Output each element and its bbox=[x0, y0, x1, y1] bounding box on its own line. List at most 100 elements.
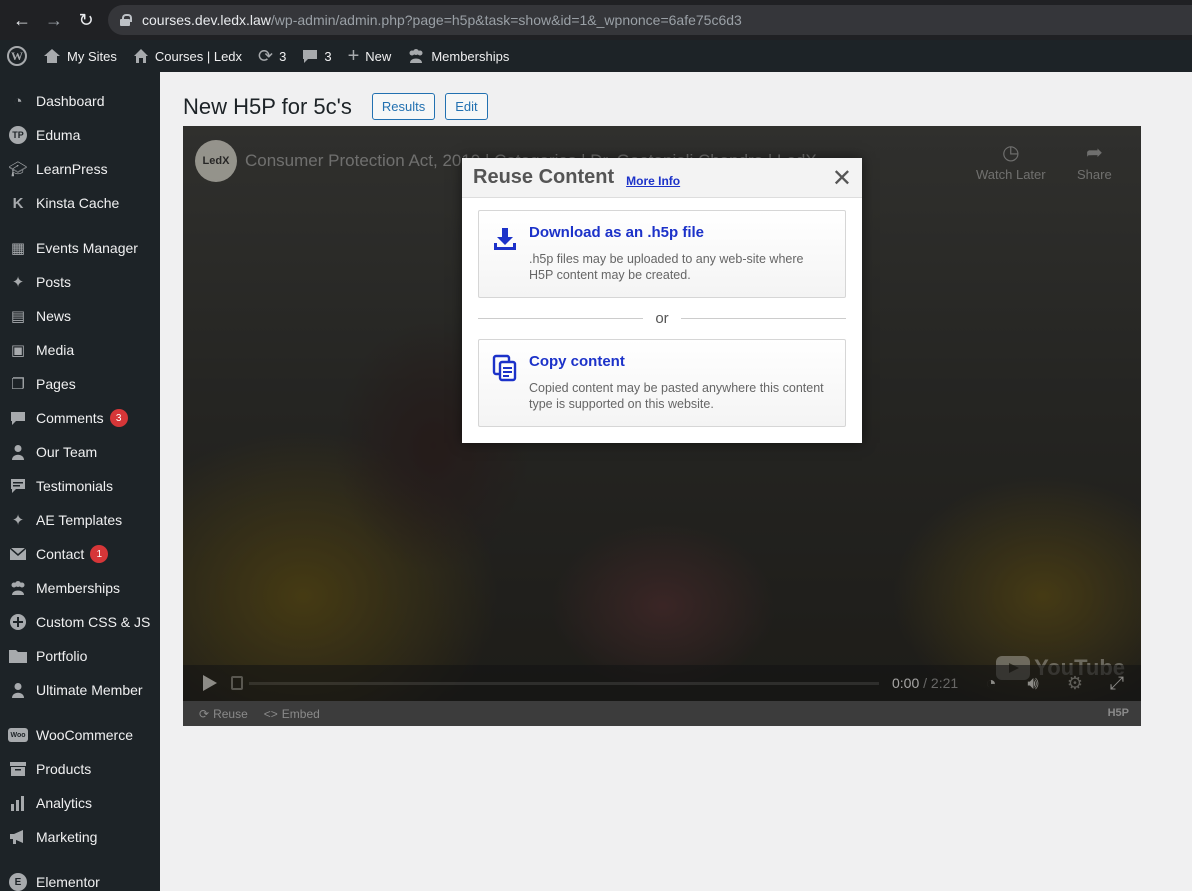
sites-icon bbox=[43, 48, 61, 64]
pin-icon: ✦ bbox=[11, 512, 25, 529]
progress-bar[interactable] bbox=[249, 682, 879, 685]
url-host: courses.dev.ledx.law bbox=[142, 12, 271, 28]
folder-icon bbox=[8, 646, 28, 666]
sidebar-item-label: News bbox=[36, 308, 72, 324]
embed-button[interactable]: <> Embed bbox=[264, 707, 320, 721]
play-button[interactable] bbox=[183, 665, 235, 701]
comment-icon bbox=[8, 408, 28, 428]
sidebar-item-contact[interactable]: Contact 1 bbox=[0, 537, 160, 571]
sidebar-item-media[interactable]: ▣ Media bbox=[0, 333, 160, 367]
or-label: or bbox=[655, 309, 669, 327]
video-controls: 0:00 / 2:21 ◔ 🔊︎ ⚙ ⤢ bbox=[183, 665, 1141, 701]
updates-menu[interactable]: ⟳ 3 bbox=[250, 40, 294, 72]
watch-later-label: Watch Later bbox=[976, 167, 1046, 182]
sidebar-item-ae-templates[interactable]: ✦ AE Templates bbox=[0, 503, 160, 537]
pages-icon: ❐ bbox=[11, 376, 25, 393]
comment-bubble-icon bbox=[302, 48, 318, 64]
sidebar-item-events-manager[interactable]: ▦ Events Manager bbox=[0, 231, 160, 265]
title-row: New H5P for 5c's Results Edit bbox=[183, 93, 488, 120]
sidebar-item-label: Dashboard bbox=[36, 93, 105, 109]
new-content-menu[interactable]: + New bbox=[340, 40, 400, 72]
reuse-button[interactable]: ⟳ Reuse bbox=[199, 707, 248, 721]
download-option[interactable]: Download as an .h5p file .h5p files may … bbox=[478, 210, 846, 298]
copy-option[interactable]: Copy content Copied content may be paste… bbox=[478, 339, 846, 427]
sidebar-item-learnpress[interactable]: 🎓︎ LearnPress bbox=[0, 152, 160, 186]
sidebar-item-kinsta-cache[interactable]: K Kinsta Cache bbox=[0, 186, 160, 220]
sidebar-item-label: AE Templates bbox=[36, 512, 123, 528]
comments-menu[interactable]: 3 bbox=[294, 40, 339, 72]
sidebar-item-label: Ultimate Member bbox=[36, 682, 143, 698]
reload-icon[interactable]: ↻ bbox=[70, 4, 102, 36]
refresh-icon: ⟳ bbox=[258, 45, 274, 66]
embed-icon: <> bbox=[263, 706, 278, 721]
sidebar-item-portfolio[interactable]: Portfolio bbox=[0, 639, 160, 673]
volume-button[interactable]: 🔊︎ bbox=[1021, 665, 1045, 701]
sidebar-item-analytics[interactable]: Analytics bbox=[0, 786, 160, 820]
sidebar-item-woocommerce[interactable]: Woo WooCommerce bbox=[0, 718, 160, 752]
forward-icon[interactable]: → bbox=[38, 4, 70, 36]
sidebar-item-marketing[interactable]: Marketing bbox=[0, 820, 160, 854]
sidebar-item-label: Pages bbox=[36, 376, 76, 392]
sidebar-item-label: Contact bbox=[36, 546, 85, 562]
download-title: Download as an .h5p file bbox=[529, 224, 705, 241]
graduation-cap-icon: 🎓︎ bbox=[8, 161, 28, 178]
gear-icon: ⚙ bbox=[1066, 672, 1084, 693]
sidebar-item-dashboard[interactable]: ◔ Dashboard bbox=[0, 84, 160, 118]
main-content: New H5P for 5c's Results Edit LedX Consu… bbox=[160, 72, 1192, 891]
testimonial-icon bbox=[8, 476, 28, 496]
sidebar-item-news[interactable]: ▤ News bbox=[0, 299, 160, 333]
time-duration: 2:21 bbox=[930, 675, 959, 691]
sidebar-item-our-team[interactable]: Our Team bbox=[0, 435, 160, 469]
browser-toolbar: ← → ↻ courses.dev.ledx.law/wp-admin/admi… bbox=[0, 0, 1192, 40]
quality-button[interactable]: ⚙ bbox=[1063, 665, 1087, 701]
results-button[interactable]: Results bbox=[371, 93, 436, 120]
time-display: 0:00 / 2:21 bbox=[892, 675, 959, 691]
groups-icon bbox=[407, 48, 425, 64]
sidebar-item-label: Testimonials bbox=[36, 478, 114, 494]
sidebar-item-eduma[interactable]: TP Eduma bbox=[0, 118, 160, 152]
sidebar-item-pages[interactable]: ❐ Pages bbox=[0, 367, 160, 401]
sidebar-item-label: Eduma bbox=[36, 127, 81, 143]
plus-circle-icon bbox=[8, 612, 28, 632]
embed-label: Embed bbox=[281, 706, 320, 721]
sidebar-item-elementor[interactable]: E Elementor bbox=[0, 865, 160, 891]
sidebar-item-label: WooCommerce bbox=[36, 727, 133, 743]
site-name-menu[interactable]: Courses | Ledx bbox=[125, 40, 250, 72]
sidebar-item-ultimate-member[interactable]: Ultimate Member bbox=[0, 673, 160, 707]
archive-icon bbox=[8, 759, 28, 779]
home-icon bbox=[133, 48, 149, 64]
back-icon[interactable]: ← bbox=[6, 4, 38, 36]
h5p-logo[interactable]: H5P bbox=[1108, 707, 1129, 719]
my-sites-menu[interactable]: My Sites bbox=[35, 40, 125, 72]
sidebar-item-label: Media bbox=[36, 342, 75, 358]
playback-rate-button[interactable]: ◔ bbox=[979, 665, 1003, 701]
sidebar-item-comments[interactable]: Comments 3 bbox=[0, 401, 160, 435]
more-info-link[interactable]: More Info bbox=[626, 174, 680, 188]
my-sites-label: My Sites bbox=[67, 48, 117, 64]
edit-button[interactable]: Edit bbox=[445, 93, 488, 120]
wordpress-logo[interactable]: W bbox=[0, 40, 35, 72]
watch-later-button[interactable]: ◷ Watch Later bbox=[976, 140, 1046, 182]
gauge-icon: ◔ bbox=[985, 672, 997, 693]
share-button[interactable]: ➦ Share bbox=[1077, 140, 1112, 182]
sidebar-item-posts[interactable]: ✦ Posts bbox=[0, 265, 160, 299]
sidebar-item-memberships[interactable]: Memberships bbox=[0, 571, 160, 605]
download-description: .h5p files may be uploaded to any web-si… bbox=[529, 252, 804, 282]
sidebar-item-products[interactable]: Products bbox=[0, 752, 160, 786]
sidebar-item-custom-css-js[interactable]: Custom CSS & JS bbox=[0, 605, 160, 639]
fullscreen-icon: ⤢ bbox=[1109, 672, 1125, 693]
sidebar-item-label: Analytics bbox=[36, 795, 93, 811]
woo-icon: Woo bbox=[8, 725, 28, 745]
close-icon[interactable]: ✕ bbox=[832, 164, 852, 193]
copy-description: Copied content may be pasted anywhere th… bbox=[529, 381, 824, 411]
captions-icon[interactable] bbox=[231, 676, 243, 690]
channel-logo[interactable]: LedX bbox=[195, 140, 237, 182]
address-bar[interactable]: courses.dev.ledx.law/wp-admin/admin.php?… bbox=[108, 5, 1192, 35]
h5p-content-frame: LedX Consumer Protection Act, 2019 | Cat… bbox=[183, 126, 1141, 726]
fullscreen-button[interactable]: ⤢ bbox=[1105, 665, 1129, 701]
groups-icon bbox=[8, 578, 28, 598]
memberships-menu[interactable]: Memberships bbox=[399, 40, 517, 72]
share-label: Share bbox=[1077, 167, 1112, 182]
sidebar-item-testimonials[interactable]: Testimonials bbox=[0, 469, 160, 503]
sidebar-item-label: Events Manager bbox=[36, 240, 138, 256]
